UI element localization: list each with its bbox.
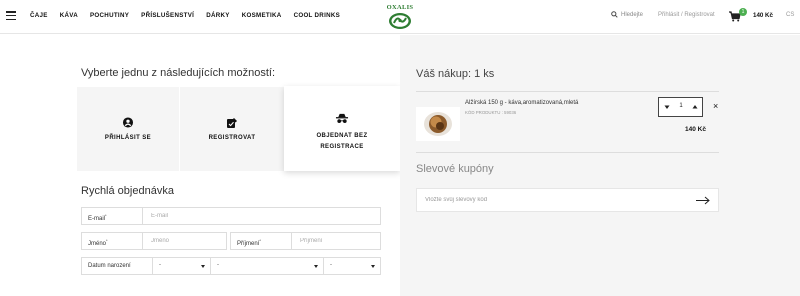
nav-item-pochutiny[interactable]: POCHUTINY (90, 12, 129, 19)
main-nav: ČAJE KÁVA POCHUTINY PŘÍSLUŠENSTVÍ DÁRKY … (30, 12, 340, 19)
quantity-value[interactable]: 1 (675, 103, 687, 109)
minus-icon[interactable] (663, 103, 671, 111)
nav-item-kosmetika[interactable]: KOSMETIKA (242, 12, 282, 19)
choose-option-title: Vyberte jednu z následujících možností: (81, 67, 276, 79)
product-code: KÓD PRODUKTU : 59036 (465, 110, 517, 115)
login-option-label: PŘIHLÁSIT SE (104, 135, 152, 141)
svg-text:OXALIS: OXALIS (387, 4, 414, 11)
coupon-input[interactable] (425, 193, 685, 207)
cart-count-badge: 1 (739, 8, 747, 16)
coffee-image (424, 112, 452, 136)
search-button[interactable]: Hledejte (611, 11, 643, 18)
checkout-options: PŘIHLÁSIT SE REGISTROVAT OBJEDNAT BEZ RE… (77, 86, 400, 171)
firstname-field: Jméno* (81, 232, 227, 250)
cart-summary-panel: Váš nákup: 1 ks Alžírská 150 g - káva,ar… (400, 35, 800, 296)
oxalis-logo[interactable]: OXALIS (385, 2, 415, 31)
chevron-down-icon (201, 265, 205, 268)
birth-year-select[interactable]: - (323, 258, 380, 274)
quick-order-title: Rychlá objednávka (81, 185, 174, 197)
search-icon (611, 11, 618, 18)
product-price: 140 Kč (685, 126, 706, 133)
register-option-label: REGISTROVAT (208, 135, 256, 141)
lastname-field: Příjmení* (230, 232, 381, 250)
cart-total: 140 Kč (753, 12, 773, 19)
birth-day-select[interactable]: - (152, 258, 210, 274)
nav-item-prislusenstvi[interactable]: PŘÍSLUŠENSTVÍ (141, 12, 194, 19)
remove-item-button[interactable]: × (713, 102, 718, 111)
email-field: E-mail* (81, 207, 381, 225)
email-label: E-mail* (88, 213, 107, 222)
login-option[interactable]: PŘIHLÁSIT SE (77, 87, 179, 171)
cart-button[interactable]: 1 (728, 8, 747, 23)
header: ČAJE KÁVA POCHUTINY PŘÍSLUŠENSTVÍ DÁRKY … (0, 0, 800, 34)
register-option[interactable]: REGISTROVAT (179, 87, 284, 171)
firstname-input[interactable] (142, 233, 226, 249)
plus-icon[interactable] (691, 103, 699, 111)
birthdate-label: Datum narození (88, 263, 131, 269)
lastname-input[interactable] (291, 233, 380, 249)
product-image[interactable] (416, 107, 460, 141)
guest-option-label-line2: REGISTRACE (320, 144, 364, 150)
incognito-icon (335, 113, 349, 123)
birth-month-value: - (217, 262, 219, 268)
guest-option[interactable]: OBJEDNAT BEZ REGISTRACE (284, 86, 400, 171)
nav-item-darky[interactable]: DÁRKY (206, 12, 230, 19)
lastname-label: Příjmení* (237, 238, 261, 247)
product-name[interactable]: Alžírská 150 g - káva,aromatizovaná,mlet… (465, 100, 578, 106)
quantity-stepper: 1 (658, 97, 703, 117)
hamburger-icon[interactable] (6, 11, 16, 21)
language-switcher[interactable]: CS (786, 12, 794, 18)
email-input[interactable] (142, 208, 380, 224)
cart-summary-title: Váš nákup: 1 ks (416, 68, 495, 80)
nav-item-kava[interactable]: KÁVA (60, 12, 78, 19)
guest-option-label-line1: OBJEDNAT BEZ (316, 133, 368, 139)
nav-item-caje[interactable]: ČAJE (30, 12, 48, 19)
arrow-right-icon[interactable] (696, 196, 710, 205)
chevron-down-icon (371, 265, 375, 268)
login-register-link[interactable]: Přihlásit / Registrovat (658, 12, 715, 18)
firstname-label: Jméno* (88, 238, 108, 247)
coupon-title: Slevové kupóny (416, 163, 494, 175)
divider (416, 152, 719, 153)
birthdate-field: Datum narození - - - (81, 257, 381, 275)
register-icon (227, 118, 237, 128)
birth-day-value: - (159, 262, 161, 268)
birth-year-value: - (330, 262, 332, 268)
checkout-options-panel: Vyberte jednu z následujících možností: … (0, 35, 400, 296)
birth-month-select[interactable]: - (210, 258, 323, 274)
nav-item-cool-drinks[interactable]: COOL DRINKS (294, 12, 341, 19)
divider (416, 91, 719, 92)
search-label: Hledejte (621, 11, 644, 18)
user-icon (122, 117, 134, 128)
coupon-field (416, 188, 719, 212)
guest-option-label: OBJEDNAT BEZ REGISTRACE (284, 131, 400, 153)
chevron-down-icon (314, 265, 318, 268)
